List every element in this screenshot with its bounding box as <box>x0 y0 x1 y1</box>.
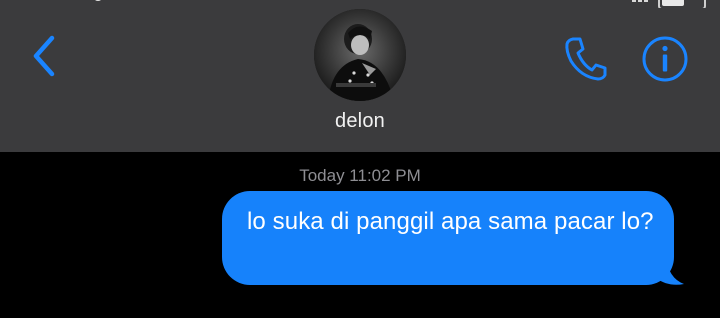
info-circle-icon <box>642 36 688 82</box>
message-timestamp: Today 11:02 PM <box>299 166 421 185</box>
status-bar <box>0 0 720 8</box>
chevron-left-icon <box>33 35 55 77</box>
signal-dots-icon <box>95 0 101 1</box>
message-bubble-text: lo suka di panggil apa sama pacar lo? <box>222 191 674 285</box>
messages-screen: delon Today 11:02 PM lo suka di panggil … <box>0 0 720 318</box>
battery-icon <box>658 0 706 8</box>
phone-icon <box>565 37 607 81</box>
contact-avatar[interactable] <box>314 9 406 101</box>
battery-level <box>662 0 684 6</box>
contact-name[interactable]: delon <box>0 110 720 133</box>
outgoing-message[interactable]: lo suka di panggil apa sama pacar lo? <box>222 191 684 286</box>
back-button[interactable] <box>24 32 64 80</box>
wifi-icon <box>632 0 648 2</box>
avatar-photo <box>314 9 406 101</box>
call-button[interactable] <box>560 32 610 84</box>
info-button[interactable] <box>640 34 690 84</box>
conversation-header: delon <box>0 0 720 152</box>
